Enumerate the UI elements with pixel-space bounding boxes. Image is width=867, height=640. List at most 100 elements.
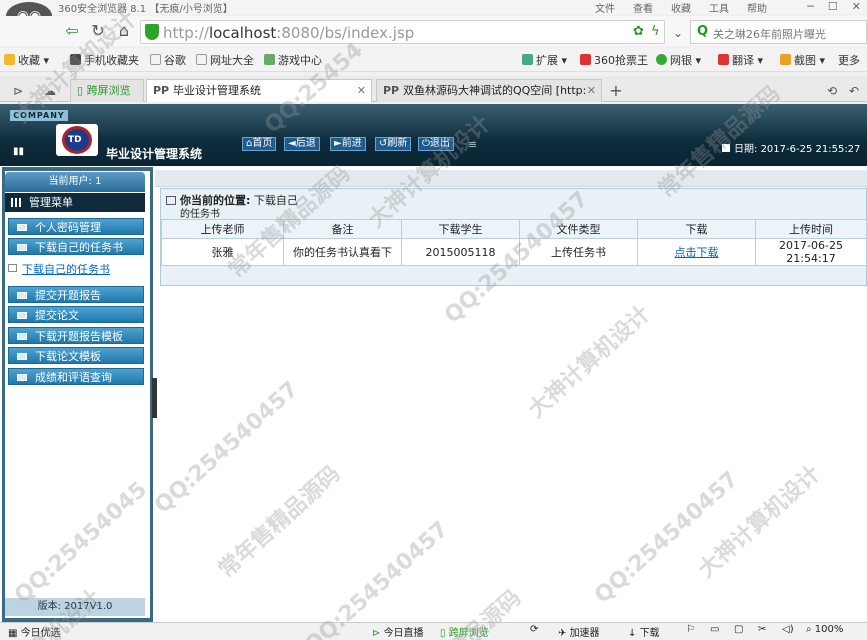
bookmark-favorites[interactable]: 收藏 ▾ xyxy=(4,52,49,68)
status-live[interactable]: ⊳ 今日直播 xyxy=(372,624,424,639)
play-icon: ⊳ xyxy=(372,628,384,639)
tool-translate[interactable]: 翻译 ▾ xyxy=(718,52,763,68)
reload-page-icon[interactable]: ✿ xyxy=(633,24,644,39)
undo-icon[interactable]: ↶ xyxy=(844,80,864,102)
sidebar-subitem-task-download[interactable]: 下载自己的任务书 xyxy=(8,261,110,277)
phone-icon xyxy=(70,54,81,65)
browser-menu: 文件 查看 收藏 工具 帮助 xyxy=(595,0,767,15)
window-small-icon[interactable]: ▭ xyxy=(710,624,719,635)
screen-icon[interactable]: ▢ xyxy=(734,624,743,635)
zoom-control[interactable]: ⌕ 100% xyxy=(806,624,843,635)
window-icon xyxy=(17,224,27,231)
status-refresh-icon[interactable]: ⟳ xyxy=(530,624,538,635)
sidebar-collapse-handle[interactable] xyxy=(152,378,157,418)
tab-graduation-system[interactable]: PP 毕业设计管理系统 ✕ xyxy=(146,79,372,102)
tab-logo-icon: PP xyxy=(383,84,403,97)
tool-more[interactable]: 更多 xyxy=(838,52,860,68)
dropdown-chevron-icon[interactable]: ⌄ xyxy=(668,22,688,44)
col-remark: 备注 xyxy=(283,219,402,239)
menu-lines-icon: ≡ xyxy=(468,138,478,151)
shield-icon xyxy=(145,24,159,40)
bars-icon: ▮▮ xyxy=(13,146,25,157)
arrow-right-icon: ► xyxy=(334,138,342,149)
bookmark-google[interactable]: 谷歌 xyxy=(150,52,186,68)
scissors-icon[interactable]: ✂ xyxy=(758,624,766,635)
sidebar-item-thesis[interactable]: 提交论文 xyxy=(8,306,144,323)
speaker-icon[interactable]: ◁) xyxy=(782,624,794,635)
rocket-icon: ✈ xyxy=(558,628,570,639)
window-icon xyxy=(17,292,27,299)
tool-tickets[interactable]: 360抢票王 xyxy=(580,52,648,68)
lightning-icon[interactable]: ϟ xyxy=(651,24,660,39)
menu-help[interactable]: 帮助 xyxy=(747,0,767,15)
arrow-left-icon: ◄ xyxy=(288,138,296,149)
col-teacher: 上传老师 xyxy=(161,219,284,239)
menu-favorites[interactable]: 收藏 xyxy=(671,0,691,15)
status-daily-picks[interactable]: ▦ 今日优选 xyxy=(8,624,61,639)
refresh-button[interactable]: ↺刷新 xyxy=(375,137,412,151)
page-icon xyxy=(150,54,161,65)
tool-extensions[interactable]: 扩展 ▾ xyxy=(522,52,567,68)
home-icon[interactable]: ⌂ xyxy=(114,20,134,42)
restore-tab-icon[interactable]: ⟲ xyxy=(822,80,842,102)
tool-screenshot[interactable]: 截图 ▾ xyxy=(780,52,825,68)
sidebar-item-proposal[interactable]: 提交开题报告 xyxy=(8,286,144,303)
search-text[interactable]: 关之琳26年前照片曝光 xyxy=(713,26,826,42)
close-window-icon[interactable]: ✕ xyxy=(852,0,861,13)
close-tab-icon[interactable]: ✕ xyxy=(357,80,366,101)
menu-file[interactable]: 文件 xyxy=(595,0,615,15)
menu-tools[interactable]: 工具 xyxy=(709,0,729,15)
logo: TD xyxy=(56,124,98,156)
address-bar[interactable]: http://localhost:8080/bs/index.jsp ✿ ϟ xyxy=(140,20,665,44)
forward-button[interactable]: ►前进 xyxy=(330,137,366,151)
table-header-row: 上传老师 备注 下载学生 文件类型 下载 上传时间 xyxy=(161,219,867,239)
home-button[interactable]: ⌂首页 xyxy=(242,137,277,151)
sidebar-toggle-icon[interactable]: ⊳ xyxy=(8,80,28,102)
tab-cross-screen[interactable]: ▯ 跨屏浏览 xyxy=(70,79,144,102)
bookmark-mobile[interactable]: 手机收藏夹 xyxy=(70,52,139,68)
tab-qq-space[interactable]: PP 双鱼林源码大神调试的QQ空间 [http: ✕ xyxy=(376,79,602,102)
game-icon xyxy=(264,54,275,65)
table-row: 张雅 你的任务书认真看下 2015005118 上传任务书 点击下载 2017-… xyxy=(161,238,867,266)
address-url[interactable]: http://localhost:8080/bs/index.jsp xyxy=(163,24,414,42)
cell-teacher: 张雅 xyxy=(161,238,284,266)
window-icon xyxy=(17,333,27,340)
window-icon xyxy=(17,312,27,319)
menu-view[interactable]: 查看 xyxy=(633,0,653,15)
cloud-icon[interactable]: ☁ xyxy=(40,80,60,102)
company-label: COMPANY xyxy=(10,110,68,121)
bookmark-games[interactable]: 游戏中心 xyxy=(264,52,322,68)
col-download: 下载 xyxy=(637,219,756,239)
status-download[interactable]: ↓ 下载 xyxy=(628,624,660,639)
tool-bank[interactable]: 网银 ▾ xyxy=(656,52,701,68)
status-accelerator[interactable]: ✈ 加速器 xyxy=(558,624,600,639)
sidebar-item-task-download[interactable]: 下载自己的任务书 xyxy=(8,238,144,255)
window-icon xyxy=(17,374,27,381)
cell-remark: 你的任务书认真看下 xyxy=(283,238,402,266)
search-box[interactable]: Q 关之琳26年前照片曝光 xyxy=(690,20,867,44)
sidebar-item-password[interactable]: 个人密码管理 xyxy=(8,218,144,235)
new-tab-icon[interactable]: + xyxy=(606,80,626,102)
maximize-icon[interactable]: ☐ xyxy=(828,0,838,13)
tab-logo-icon: PP xyxy=(153,84,173,97)
close-tab-icon[interactable]: ✕ xyxy=(587,80,596,101)
back-icon[interactable]: ⇦ xyxy=(62,20,82,42)
window-icon xyxy=(166,196,176,205)
sidebar-item-thesis-template[interactable]: 下载论文模板 xyxy=(8,347,144,364)
refresh-icon[interactable]: ↻ xyxy=(88,20,108,42)
status-cross-screen[interactable]: ▯ 跨屏浏览 xyxy=(440,624,489,639)
minimize-icon[interactable]: ─ xyxy=(807,0,814,13)
menu-title[interactable]: 管理菜单 xyxy=(5,193,145,212)
sidebar-item-proposal-template[interactable]: 下载开题报告模板 xyxy=(8,327,144,344)
power-icon: ⏻ xyxy=(422,138,430,149)
back-button[interactable]: ◄后退 xyxy=(284,137,320,151)
grid-icon xyxy=(11,198,23,207)
sidebar-item-grades[interactable]: 成绩和评语查询 xyxy=(8,368,144,385)
flag-icon[interactable]: ⚐ xyxy=(686,624,695,635)
bookmark-sites[interactable]: 网址大全 xyxy=(196,52,254,68)
logout-button[interactable]: ⏻退出 xyxy=(418,137,454,151)
download-link[interactable]: 点击下载 xyxy=(675,246,719,259)
cell-uploadtime: 2017-06-25 21:54:17 xyxy=(755,238,867,266)
cell-download: 点击下载 xyxy=(637,238,756,266)
search-icon: Q xyxy=(697,24,709,39)
